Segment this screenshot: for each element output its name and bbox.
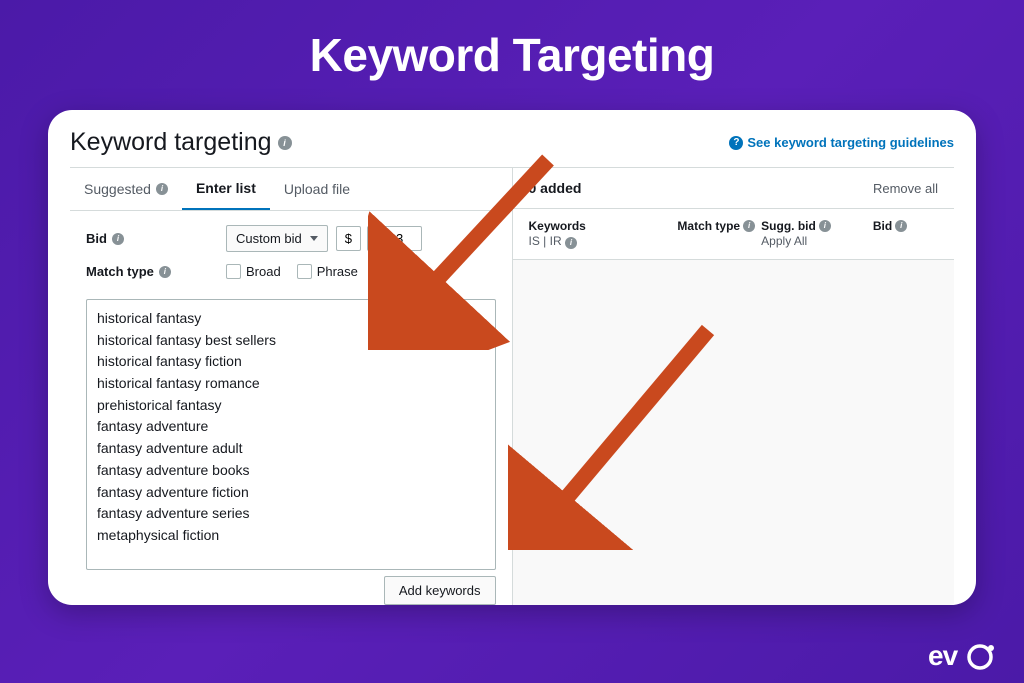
info-icon[interactable]: i — [895, 220, 907, 232]
left-pane: Suggested i Enter list Upload file Bid — [70, 168, 513, 605]
col-sugg-sub: Apply All — [761, 234, 873, 248]
checkbox-phrase-label: Phrase — [317, 264, 358, 279]
panel-header: Keyword targeting i ? See keyword target… — [70, 128, 954, 167]
keywords-textarea[interactable]: historical fantasy historical fantasy be… — [86, 299, 496, 570]
keywords-content: historical fantasy historical fantasy be… — [87, 300, 495, 569]
guidelines-link[interactable]: ? See keyword targeting guidelines — [729, 135, 954, 150]
checkbox-icon — [374, 264, 389, 279]
info-icon[interactable]: i — [278, 136, 292, 150]
panel-heading: Keyword targeting — [70, 128, 272, 157]
match-type-label: Match type i — [86, 264, 226, 279]
tab-suggested-label: Suggested — [84, 181, 151, 197]
eva-logo: ev — [928, 639, 998, 673]
chevron-down-icon — [310, 236, 318, 241]
keyword-targeting-panel: Keyword targeting i ? See keyword target… — [48, 110, 976, 605]
added-keywords-body — [513, 260, 955, 605]
checkbox-broad-label: Broad — [246, 264, 281, 279]
col-bid: Bid i — [873, 219, 938, 233]
bid-dropdown-value: Custom bid — [236, 231, 302, 246]
tab-upload-file[interactable]: Upload file — [270, 168, 364, 210]
bid-label: Bid i — [86, 231, 226, 246]
added-count: 0 added — [529, 180, 582, 196]
remove-all-button[interactable]: Remove all — [873, 181, 938, 196]
tab-upload-file-label: Upload file — [284, 181, 350, 197]
col-match: Match type i — [677, 219, 761, 233]
col-keywords: Keywords — [529, 219, 678, 233]
checkbox-exact-label: Exact — [394, 264, 427, 279]
tab-suggested[interactable]: Suggested i — [70, 168, 182, 210]
help-icon: ? — [729, 136, 743, 150]
checkbox-exact[interactable]: Exact — [374, 264, 427, 279]
info-icon[interactable]: i — [159, 266, 171, 278]
info-icon[interactable]: i — [112, 233, 124, 245]
checkbox-broad[interactable]: Broad — [226, 264, 281, 279]
info-icon: i — [156, 183, 168, 195]
checkbox-phrase[interactable]: Phrase — [297, 264, 358, 279]
bid-amount-input[interactable]: 0.63 — [367, 226, 422, 251]
col-keywords-sub: IS | IR i — [529, 234, 678, 249]
info-icon[interactable]: i — [743, 220, 755, 232]
tabs: Suggested i Enter list Upload file — [70, 168, 512, 211]
checkbox-icon — [297, 264, 312, 279]
page-title: Keyword Targeting — [0, 0, 1024, 82]
info-icon[interactable]: i — [565, 237, 577, 249]
tab-enter-list-label: Enter list — [196, 180, 256, 196]
guidelines-link-text: See keyword targeting guidelines — [747, 135, 954, 150]
add-keywords-button[interactable]: Add keywords — [384, 576, 496, 605]
svg-text:ev: ev — [928, 640, 959, 671]
checkbox-icon — [226, 264, 241, 279]
col-sugg: Sugg. bid i — [761, 219, 873, 233]
tab-enter-list[interactable]: Enter list — [182, 168, 270, 210]
currency-symbol: $ — [336, 226, 361, 251]
bid-dropdown[interactable]: Custom bid — [226, 225, 328, 252]
right-pane: 0 added Remove all Keywords IS | IR i Ma… — [513, 168, 955, 605]
info-icon[interactable]: i — [819, 220, 831, 232]
column-headers: Keywords IS | IR i Match type i Sugg. bi… — [513, 209, 955, 260]
